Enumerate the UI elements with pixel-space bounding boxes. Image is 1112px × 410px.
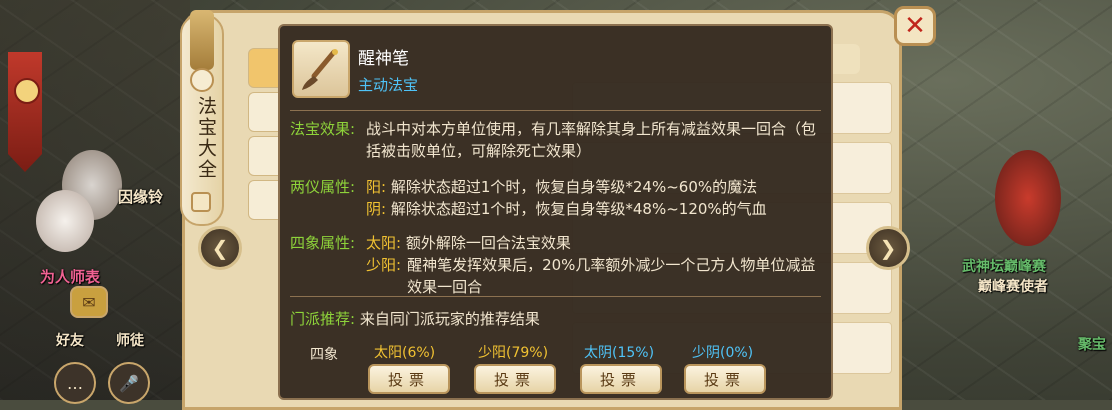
vote-button-shaoyin[interactable]: 投票 [684, 364, 766, 394]
tab-other[interactable] [248, 180, 280, 220]
npc-label[interactable]: 巅峰赛使者 [978, 276, 1048, 296]
item-detail-tooltip: 醒神笔 主动法宝 法宝效果: 战斗中对本方单位使用，有几率解除其身上所有减益效果… [278, 24, 833, 400]
npc-label[interactable]: 聚宝 [1078, 334, 1106, 354]
category-tabs [248, 48, 280, 224]
yang-text: 解除状态超过1个时，恢复自身等级*24%~60%的魔法 [390, 178, 758, 196]
vote-button-taiyin[interactable]: 投票 [580, 364, 662, 394]
effect-label: 法宝效果: [290, 120, 356, 138]
taiyang-text: 额外解除一回合法宝效果 [405, 234, 571, 252]
liangyi-row: 两仪属性: 阳: 解除状态超过1个时，恢复自身等级*24%~60%的魔法 阴: … [290, 176, 819, 220]
item-name: 醒神笔 [358, 49, 409, 69]
recommend-text: 来自同门派玩家的推荐结果 [359, 310, 540, 328]
banner-emblem-icon [14, 78, 40, 104]
sixiang-label: 四象属性: [290, 234, 356, 252]
vote-button-shaoyang[interactable]: 投票 [474, 364, 556, 394]
next-page-button[interactable]: ❯ [866, 226, 910, 270]
vote-caption-taiyin: 太阴(15%) [584, 345, 655, 361]
mail-icon[interactable]: ✉ [70, 286, 108, 318]
yin-label: 阴: [366, 200, 387, 218]
window-title: 法宝大全 [195, 96, 217, 180]
close-button[interactable]: ✕ [894, 6, 936, 46]
divider [290, 110, 821, 111]
spine-ring-icon [190, 68, 214, 92]
spine-tassel [190, 10, 214, 70]
taiyang-label: 太阳: [366, 234, 402, 252]
yang-label: 阳: [366, 178, 387, 196]
npc-label[interactable]: 为人师表 [40, 266, 100, 287]
mentor-button-label[interactable]: 师徒 [116, 330, 144, 350]
sixiang-row: 四象属性: 太阳: 额外解除一回合法宝效果 少阳: 醒神笔发挥效果后，20%几率额… [290, 232, 819, 298]
friends-button-label[interactable]: 好友 [56, 330, 84, 350]
effect-text: 战斗中对本方单位使用，有几率解除其身上所有减益效果一回合（包括被击败单位，可解除… [366, 120, 817, 160]
vote-row-label: 四象 [310, 347, 338, 363]
npc-character[interactable] [36, 190, 94, 252]
microphone-icon[interactable]: 🎤 [108, 362, 150, 404]
item-type: 主动法宝 [358, 76, 419, 94]
yin-text: 解除状态超过1个时，恢复自身等级*48%~120%的气血 [390, 200, 767, 218]
recommend-row: 门派推荐: 来自同门派玩家的推荐结果 [290, 308, 819, 330]
recommend-label: 门派推荐: [290, 310, 356, 328]
tab-passive[interactable] [248, 92, 280, 132]
shaoyang-label: 少阳: [366, 256, 402, 274]
shaoyang-text: 醒神笔发挥效果后，20%几率额外减少一个己方人物单位减益效果一回合 [407, 256, 816, 296]
npc-character[interactable] [995, 150, 1061, 246]
brush-icon [292, 40, 350, 98]
vote-caption-taiyang: 太阳(6%) [374, 345, 436, 361]
red-banner-flag [8, 52, 42, 172]
tab-active[interactable] [248, 48, 280, 88]
divider [290, 296, 821, 297]
liangyi-label: 两仪属性: [290, 178, 356, 196]
chat-icon[interactable]: … [54, 362, 96, 404]
vote-caption-shaoyin: 少阴(0%) [692, 345, 754, 361]
effect-row: 法宝效果: 战斗中对本方单位使用，有几率解除其身上所有减益效果一回合（包括被击败… [290, 118, 819, 162]
npc-label[interactable]: 武神坛巅峰赛 [962, 256, 1046, 276]
prev-page-button[interactable]: ❮ [198, 226, 242, 270]
seal-icon [191, 192, 211, 212]
npc-label[interactable]: 因缘铃 [118, 186, 163, 207]
tab-sect[interactable] [248, 136, 280, 176]
vote-caption-shaoyang: 少阳(79%) [478, 345, 549, 361]
vote-button-taiyang[interactable]: 投票 [368, 364, 450, 394]
